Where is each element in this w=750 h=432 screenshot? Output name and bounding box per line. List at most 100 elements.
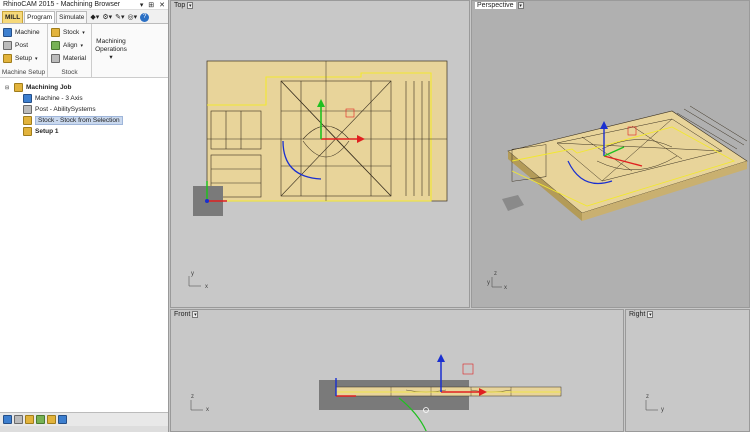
viewport-perspective[interactable]: Perspective ▾ z y x [471, 0, 750, 308]
setup-icon [23, 127, 32, 136]
collapse-icon[interactable]: ⊟ [5, 85, 11, 91]
machining-operations-line1: Machining [96, 37, 126, 45]
material-icon [51, 54, 60, 63]
regions-icon[interactable] [47, 415, 56, 424]
stock-group: Stock ▾ Align ▾ Material Stock [48, 24, 92, 77]
material-label: Material [63, 55, 87, 62]
machining-browser-panel: RhinoCAM 2015 - Machining Browser ▾ ⊞ ✕ … [0, 0, 169, 432]
viewport-menu-dropdown-icon[interactable]: ▾ [187, 2, 194, 9]
viewport-right-title[interactable]: Right ▾ [629, 311, 654, 318]
stock-icon[interactable] [25, 415, 34, 424]
post-icon [3, 41, 12, 50]
tab-mill[interactable]: MILL [2, 11, 24, 23]
viewport-perspective-label: Perspective [475, 2, 516, 9]
pin-dropdown-icon[interactable]: ▾ [140, 2, 144, 9]
tree-node-stock[interactable]: Stock - Stock from Selection [3, 115, 165, 126]
tree-node-label: Machine - 3 Axis [35, 95, 83, 102]
machining-operations-button[interactable]: Machining Operations ▾ [92, 24, 130, 77]
axis-indicator-x: x [504, 285, 507, 291]
settings-gear-icon[interactable]: ⚙▾ [102, 13, 112, 21]
chevron-down-icon: ▾ [80, 42, 83, 49]
tree-node-label: Setup 1 [35, 128, 59, 135]
axis-indicator-x: x [205, 284, 208, 290]
help-icon[interactable]: ? [140, 12, 150, 22]
viewport-front-label: Front [174, 311, 191, 318]
setup-button[interactable]: Setup ▾ [3, 52, 44, 65]
viewport-top-title[interactable]: Top ▾ [174, 2, 194, 9]
axis-indicator-z: z [494, 271, 497, 277]
front-view-drawing [190, 354, 562, 431]
tools-icon[interactable] [36, 415, 45, 424]
work-origin-block [502, 195, 524, 211]
window-titlebar: RhinoCAM 2015 - Machining Browser ▾ ⊞ ✕ [0, 0, 168, 10]
tree-node-label: Stock - Stock from Selection [35, 116, 123, 125]
browser-bottom-toolbar [0, 412, 168, 426]
job-folder-icon [14, 83, 23, 92]
chevron-down-icon: ▾ [35, 55, 38, 62]
edit-icon[interactable]: ✎▾ [115, 13, 124, 21]
feeds-icon[interactable] [58, 415, 67, 424]
tree-node-post[interactable]: Post - AbilitySystems [3, 104, 165, 115]
viewport-menu-dropdown-icon[interactable]: ▾ [647, 311, 654, 318]
axis-indicator-z: z [191, 394, 194, 400]
axis-indicator-y: y [487, 280, 490, 286]
viewport-right[interactable]: Right ▾ z y [625, 309, 750, 432]
machine-button[interactable]: Machine [3, 26, 44, 39]
setup-icon [3, 54, 12, 63]
stock-icon [51, 28, 60, 37]
rhinocam-workspace: RhinoCAM 2015 - Machining Browser ▾ ⊞ ✕ … [0, 0, 750, 432]
viewport-top-label: Top [174, 2, 186, 9]
stock-button[interactable]: Stock ▾ [51, 26, 88, 39]
ribbon: Machine Post Setup ▾ Machine Setup Stock [0, 24, 168, 78]
tab-simulate[interactable]: Simulate [56, 11, 88, 23]
axis-indicator-y: y [661, 407, 664, 413]
viewport-front-title[interactable]: Front ▾ [174, 311, 199, 318]
machine-setup-group-name: Machine Setup [1, 69, 46, 76]
machining-operations-label: Operations [95, 45, 127, 53]
options-icon[interactable]: ◎▾ [128, 13, 138, 21]
perspective-drawing [491, 105, 748, 288]
tree-node-machine[interactable]: Machine - 3 Axis [3, 93, 165, 104]
tree-node-setup[interactable]: Setup 1 [3, 126, 165, 137]
close-icon[interactable]: ✕ [159, 2, 165, 9]
geometry-icon[interactable]: ◆▾ [90, 13, 99, 21]
right-view-drawing [645, 400, 658, 411]
top-view-drawing [188, 60, 448, 287]
z-arrowhead [437, 354, 445, 362]
align-button[interactable]: Align ▾ [51, 39, 88, 52]
viewport-menu-dropdown-icon[interactable]: ▾ [517, 2, 524, 9]
viewport-perspective-title[interactable]: Perspective ▾ [475, 2, 524, 9]
stock-icon [23, 116, 32, 125]
align-icon [51, 41, 60, 50]
setup-label: Setup [15, 55, 32, 62]
tree-node-machining-job[interactable]: ⊟ Machining Job [3, 82, 165, 93]
z-arrowhead [600, 121, 608, 129]
viewport-front[interactable]: Front ▾ z x [170, 309, 624, 432]
window-title: RhinoCAM 2015 - Machining Browser [3, 1, 121, 8]
machining-job-tree: ⊟ Machining Job Machine - 3 Axis Post - … [0, 80, 168, 406]
material-button[interactable]: Material [51, 52, 88, 65]
machine-setup-group: Machine Post Setup ▾ Machine Setup [0, 24, 48, 77]
horizontal-scrollbar[interactable] [0, 426, 168, 432]
machine-setup-icon[interactable] [3, 415, 12, 424]
maximize-icon[interactable]: ⊞ [148, 2, 154, 9]
post-label: Post [15, 42, 29, 49]
machining-operations-line2: Operations ▾ [95, 46, 127, 62]
stock-group-name: Stock [61, 69, 78, 76]
module-tabs: MILL Program Simulate ◆▾ ⚙▾ ✎▾ ◎▾ ? [0, 10, 168, 24]
machine-icon [3, 28, 12, 37]
machine-icon [23, 94, 32, 103]
axis-indicator-y: y [191, 271, 194, 277]
machine-label: Machine [15, 29, 40, 36]
viewport-top[interactable]: Top ▾ y x [170, 0, 470, 308]
work-origin-point [205, 199, 209, 203]
post-icon [23, 105, 32, 114]
tree-node-label: Post - AbilitySystems [35, 106, 96, 113]
chevron-down-icon: ▾ [109, 53, 113, 61]
post-button[interactable]: Post [3, 39, 44, 52]
post-icon[interactable] [14, 415, 23, 424]
stock-top [206, 60, 448, 202]
viewport-menu-dropdown-icon[interactable]: ▾ [192, 311, 199, 318]
origin-marker [462, 363, 474, 375]
tab-program[interactable]: Program [24, 11, 56, 23]
